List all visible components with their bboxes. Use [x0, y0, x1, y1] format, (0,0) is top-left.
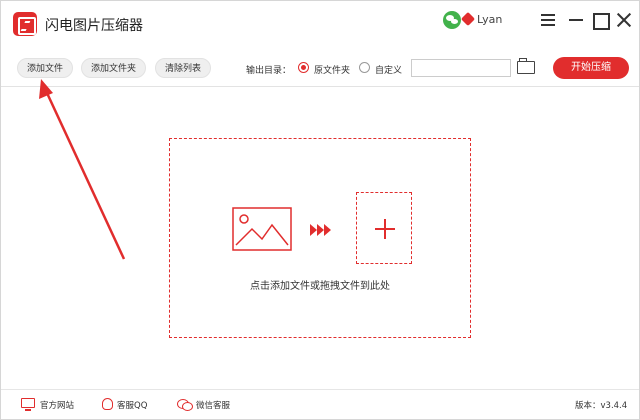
- clear-list-button[interactable]: 清除列表: [155, 58, 212, 78]
- add-file-box[interactable]: [356, 192, 412, 264]
- app-window: 闪电图片压缩器 Lyan 添加文件 添加文件夹 清除列表 输出目录： 原文件夹 …: [0, 0, 640, 420]
- title-bar: 闪电图片压缩器 Lyan: [1, 1, 639, 45]
- maximize-icon[interactable]: [591, 11, 610, 30]
- folder-icon[interactable]: [517, 58, 535, 74]
- wechat-icon[interactable]: [443, 11, 461, 29]
- radio-custom[interactable]: [359, 62, 370, 73]
- image-icon: [232, 207, 292, 251]
- wechat-service-link[interactable]: 微信客服: [177, 397, 237, 413]
- drop-zone[interactable]: 点击添加文件或拖拽文件到此处: [169, 138, 471, 338]
- version-label: 版本：v3.4.4: [575, 401, 628, 411]
- qq-service-link[interactable]: 客服QQ: [102, 397, 162, 413]
- official-website-label: 官方网站: [40, 401, 75, 411]
- vip-icon: [460, 11, 476, 27]
- start-compress-button[interactable]: 开始压缩: [553, 57, 629, 79]
- app-title: 闪电图片压缩器: [45, 18, 143, 34]
- monitor-icon: [21, 398, 35, 411]
- add-file-button[interactable]: 添加文件: [17, 58, 74, 78]
- add-folder-button[interactable]: 添加文件夹: [81, 58, 147, 78]
- radio-original-folder-label[interactable]: 原文件夹: [314, 63, 350, 76]
- arrows-icon: [310, 224, 331, 236]
- radio-custom-label[interactable]: 自定义: [375, 63, 402, 76]
- qq-icon: [102, 398, 113, 410]
- menu-icon[interactable]: [539, 11, 557, 29]
- drop-hint-text: 点击添加文件或拖拽文件到此处: [250, 281, 390, 292]
- chat-icon: [177, 398, 193, 411]
- qq-service-label: 客服QQ: [117, 401, 148, 411]
- app-logo-icon: [13, 12, 37, 36]
- toolbar: 添加文件 添加文件夹 清除列表 输出目录： 原文件夹 自定义 开始压缩: [1, 49, 639, 87]
- footer: 官方网站 客服QQ 微信客服 版本：v3.4.4: [1, 389, 639, 419]
- username[interactable]: Lyan: [477, 13, 502, 26]
- close-icon[interactable]: [615, 11, 633, 29]
- plus-icon: [375, 219, 395, 239]
- radio-original-folder[interactable]: [298, 62, 309, 73]
- minimize-icon[interactable]: [567, 11, 585, 29]
- output-path-input[interactable]: [411, 59, 511, 77]
- official-website-link[interactable]: 官方网站: [21, 397, 81, 413]
- wechat-service-label: 微信客服: [196, 401, 231, 411]
- output-directory-label: 输出目录：: [246, 66, 292, 76]
